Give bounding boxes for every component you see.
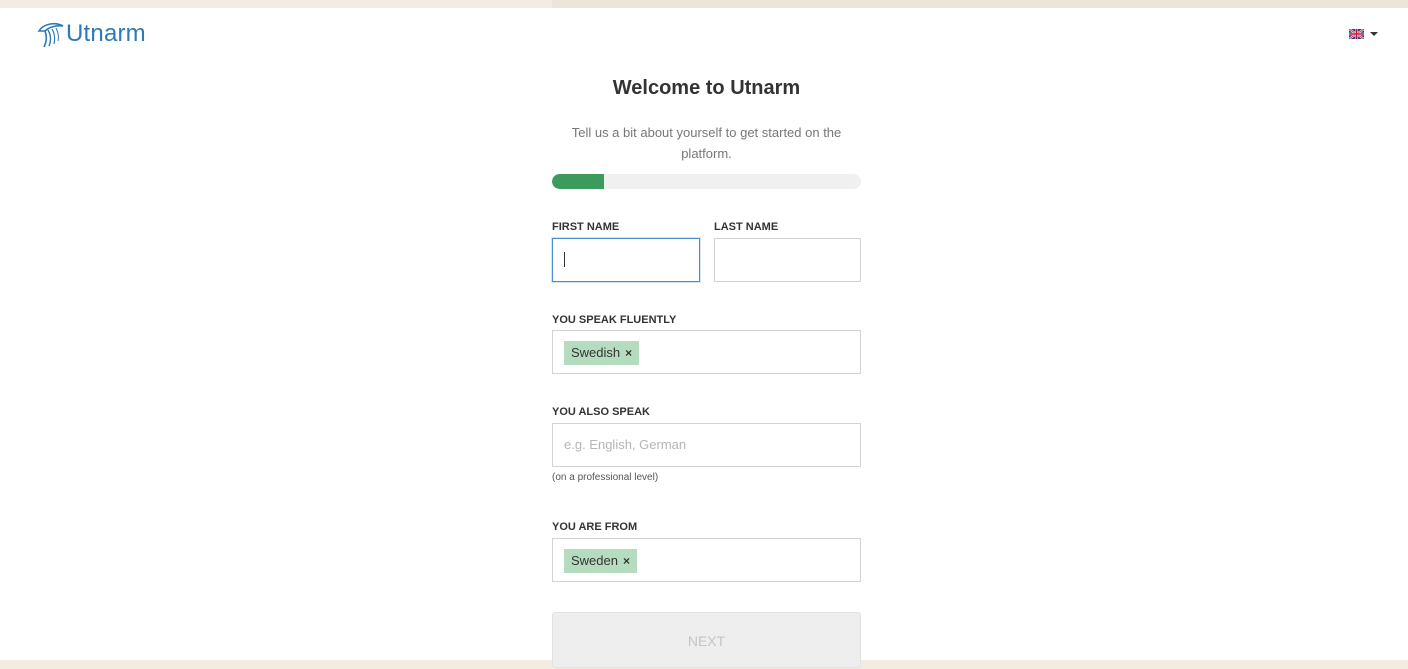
first-name-field[interactable] (552, 238, 700, 282)
progress-fill (552, 174, 604, 189)
uk-flag-icon (1349, 29, 1364, 39)
chevron-down-icon (1370, 32, 1378, 36)
country-tag: Sweden × (564, 549, 637, 573)
top-edge-strip (552, 0, 1408, 8)
utnarm-logo[interactable]: Utnarm (36, 20, 146, 48)
last-name-field[interactable] (714, 238, 861, 282)
speak-fluently-input[interactable]: Swedish × (552, 330, 861, 374)
brand-name: Utnarm (66, 20, 146, 47)
also-speak-input[interactable]: e.g. English, German (552, 423, 861, 467)
country-input[interactable]: Sweden × (552, 538, 861, 582)
page-subtitle: Tell us a bit about yourself to get star… (552, 122, 861, 164)
page-title: Welcome to Utnarm (612, 77, 801, 99)
language-tag: Swedish × (564, 341, 640, 365)
also-speak-placeholder: e.g. English, German (564, 437, 687, 452)
country-label: YOU ARE FROM (552, 521, 638, 533)
subtitle-line-1: Tell us a bit about yourself to get star… (571, 125, 842, 140)
text-cursor (564, 252, 565, 267)
remove-tag-icon[interactable]: × (623, 549, 630, 573)
tag-label: Swedish (571, 345, 621, 360)
remove-tag-icon[interactable]: × (625, 341, 632, 365)
speak-fluently-label: YOU SPEAK FLUENTLY (552, 314, 677, 326)
tag-label: Sweden (571, 553, 618, 568)
first-name-label: FIRST NAME (552, 221, 620, 233)
bird-logo-icon (37, 22, 64, 48)
also-speak-label: YOU ALSO SPEAK (552, 406, 650, 418)
progress-bar (552, 174, 861, 189)
language-selector[interactable] (1349, 29, 1378, 39)
also-speak-hint: (on a professional level) (552, 472, 659, 483)
subtitle-line-2: platform. (681, 146, 732, 161)
last-name-label: LAST NAME (714, 221, 779, 233)
